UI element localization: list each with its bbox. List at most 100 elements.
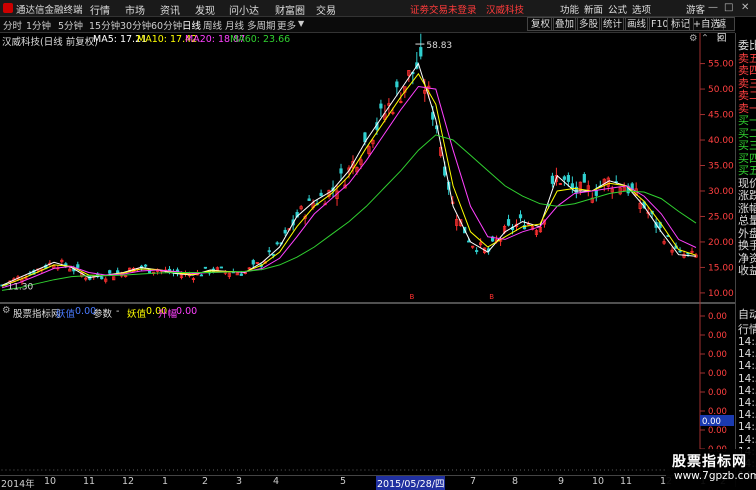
period-more[interactable]: 更多 bbox=[277, 18, 296, 32]
candle-body-146 bbox=[582, 174, 586, 183]
watermark-title: 股票指标网 bbox=[672, 454, 747, 470]
price-tick-label-5: 30.00 bbox=[708, 187, 734, 197]
draw-line-button[interactable]: 画线 bbox=[623, 17, 651, 31]
date-label-13: 10 bbox=[592, 476, 605, 487]
app-title: 通达信金融终端 bbox=[16, 5, 83, 16]
candle-body-29 bbox=[116, 270, 120, 274]
adjust-price-button[interactable]: 复权 bbox=[527, 17, 555, 31]
login-notice[interactable]: 证劵交易未登录 bbox=[410, 2, 477, 16]
params-label: 参数 bbox=[93, 309, 113, 320]
auto-label[interactable]: 自动 bbox=[738, 306, 756, 322]
more-triangle-icon[interactable]: ▼ bbox=[298, 19, 304, 28]
candle-body-138 bbox=[550, 175, 555, 184]
menu-discover[interactable]: 发现 bbox=[195, 2, 215, 17]
back-button[interactable]: 返回 bbox=[713, 17, 735, 44]
price-tick-label-6: 25.00 bbox=[708, 212, 734, 222]
period-15min[interactable]: 15分钟 bbox=[89, 18, 120, 32]
menu-trade[interactable]: 交易 bbox=[316, 2, 336, 17]
date-label-12: 9 bbox=[558, 476, 565, 487]
menu-news[interactable]: 资讯 bbox=[160, 2, 180, 17]
tick-time-3: 14:5 bbox=[738, 372, 756, 385]
kline-chart[interactable]: 55.00 50.00 45.00 40.00 35.00 30.00 25.00 20.00… bbox=[0, 33, 735, 475]
candle-body-51 bbox=[203, 266, 208, 269]
menu-market[interactable]: 市场 bbox=[125, 2, 145, 17]
candle-body-143 bbox=[570, 183, 574, 189]
period-5min[interactable]: 5分钟 bbox=[58, 18, 83, 32]
candle-body-25 bbox=[100, 276, 104, 280]
period-daily[interactable]: 日线 bbox=[182, 18, 201, 32]
tick-time-4: 14:5 bbox=[738, 384, 756, 397]
period-1min[interactable]: 1分钟 bbox=[26, 18, 51, 32]
candle-body-27 bbox=[108, 270, 112, 274]
menu-functions[interactable]: 功能 bbox=[560, 2, 579, 16]
current-stock-name: 汉威科技 bbox=[486, 5, 525, 16]
period-weekly[interactable]: 周线 bbox=[203, 18, 222, 32]
menu-new-layout[interactable]: 新面 bbox=[584, 2, 603, 16]
ma-info-row: 汉威科技(日线 前复权) MA5: 17.21 MA10: 17.42 MA20… bbox=[0, 33, 735, 48]
quote-label-18: 收益 bbox=[738, 264, 756, 277]
candle-body-130 bbox=[518, 214, 523, 219]
candle-body-77 bbox=[307, 198, 311, 201]
minimize-icon[interactable]: — bbox=[708, 2, 718, 13]
statistics-button[interactable]: 统计 bbox=[599, 17, 627, 31]
candle-body-149 bbox=[594, 189, 598, 196]
candles-group bbox=[0, 33, 698, 287]
period-60min[interactable]: 60分钟 bbox=[151, 18, 182, 32]
menu-ask[interactable]: 问小达 bbox=[229, 2, 259, 17]
candle-body-68 bbox=[271, 253, 275, 256]
tick-time-8: 14:5 bbox=[738, 433, 756, 446]
menu-options[interactable]: 选项 bbox=[632, 2, 651, 16]
candle-body-71 bbox=[283, 229, 287, 234]
date-label-5: 2 bbox=[202, 476, 209, 487]
candle-body-105 bbox=[419, 47, 423, 57]
date-label-6: 3 bbox=[236, 476, 243, 487]
period-monthly[interactable]: 月线 bbox=[225, 18, 244, 32]
candle-body-67 bbox=[267, 250, 271, 253]
price-tick-label-3: 40.00 bbox=[708, 136, 734, 146]
candle-body-63 bbox=[251, 260, 255, 265]
candle-body-119 bbox=[475, 250, 479, 252]
title-bar: 通达信金融终端 行情 市场 资讯 发现 问小达 财富圈 交易 证劵交易未登录 汉… bbox=[0, 0, 756, 17]
buy-marker-1: B bbox=[489, 293, 494, 301]
date-label-3: 12 bbox=[122, 476, 135, 487]
date-label-10: 7 bbox=[470, 476, 477, 487]
indicator-tick-label-1: 0.00 bbox=[708, 331, 727, 341]
price-tick-label-1: 50.00 bbox=[708, 85, 734, 95]
candle-body-142 bbox=[566, 175, 570, 182]
period-toolbar: 分时 1分钟 5分钟 15分钟 30分钟 60分钟 日线 周线 月线 多周期 更… bbox=[0, 17, 735, 44]
quote-side-panel: 委比 卖五 卖四 卖三 卖二 卖一 买一 买二 买三 买四 买五 现价 涨跌 涨幅 总量 外盘 换手 净资 收益 自… bbox=[735, 33, 756, 487]
date-label-11: 8 bbox=[512, 476, 519, 487]
quotes-label[interactable]: 行情 bbox=[738, 321, 756, 337]
indicator-cursor-value: 0.00 bbox=[702, 417, 721, 427]
date-label-8: 5 bbox=[340, 476, 347, 487]
expand-up-icon[interactable]: ⌃ bbox=[701, 33, 709, 44]
period-1-min-chart[interactable]: 分时 bbox=[3, 18, 22, 32]
price-tick-label-7: 20.00 bbox=[708, 238, 734, 248]
low-price-label: 11.30 bbox=[7, 282, 33, 292]
indicator-name: 股票指标网 bbox=[13, 309, 61, 320]
candle-body-141 bbox=[562, 176, 566, 180]
indicator-label-2: 妖值 bbox=[127, 309, 147, 320]
indicator-tick-label-2: 0.00 bbox=[708, 350, 727, 360]
menu-wealth-circle[interactable]: 财富圈 bbox=[275, 2, 305, 17]
settings-gear-icon[interactable]: ⚙ bbox=[689, 33, 698, 44]
close-pane-icon[interactable]: ✕ bbox=[716, 33, 724, 44]
tick-time-2: 14:5 bbox=[738, 360, 756, 373]
period-multi[interactable]: 多周期 bbox=[247, 18, 276, 32]
date-axis: 2014年101112123452015/05/28/四78910111212 bbox=[0, 475, 735, 490]
date-label-9: 2015/05/28/四 bbox=[376, 476, 446, 490]
close-icon[interactable]: ✕ bbox=[741, 2, 749, 13]
date-label-2: 11 bbox=[83, 476, 96, 487]
user-guest[interactable]: 游客 bbox=[686, 2, 705, 16]
menu-quotes[interactable]: 行情 bbox=[90, 2, 110, 17]
tick-time-1: 14:5 bbox=[738, 348, 756, 361]
candle-body-55 bbox=[219, 266, 223, 269]
menu-formula[interactable]: 公式 bbox=[608, 2, 627, 16]
overlay-button[interactable]: 叠加 bbox=[551, 17, 579, 31]
maximize-icon[interactable]: □ bbox=[724, 2, 733, 13]
candle-body-99 bbox=[395, 81, 399, 88]
period-30min[interactable]: 30分钟 bbox=[120, 18, 151, 32]
tick-time-0: 14:5 bbox=[738, 336, 756, 348]
indicator-gear-icon[interactable]: ⚙ bbox=[2, 305, 11, 316]
multi-stock-button[interactable]: 多股 bbox=[575, 17, 603, 31]
